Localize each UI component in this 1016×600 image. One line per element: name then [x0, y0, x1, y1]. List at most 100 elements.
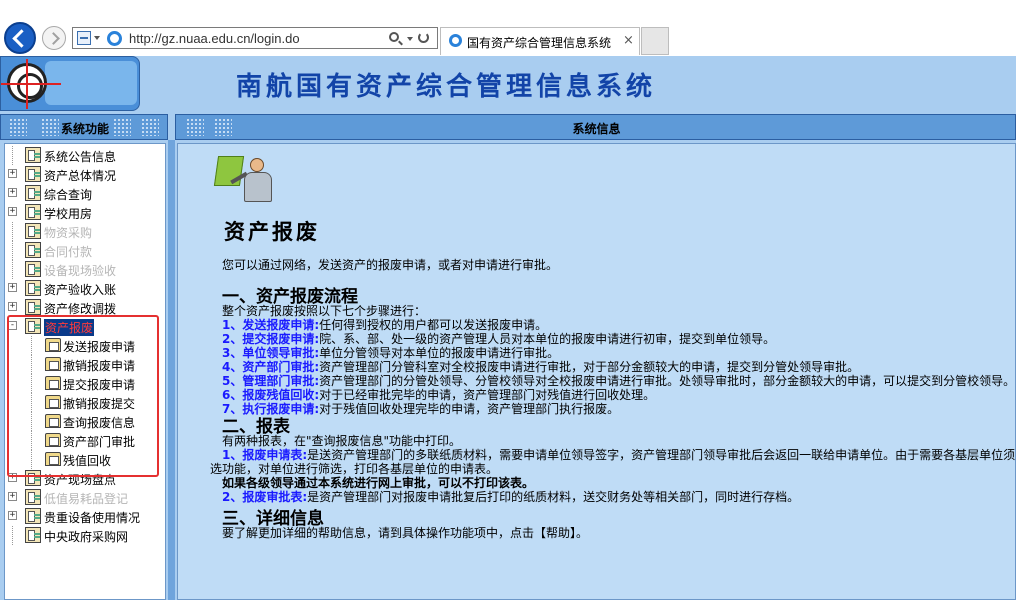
- browser-chrome: http://gz.nuaa.edu.cn/login.do 国有资产综合管理信…: [0, 0, 1016, 56]
- report-1-text: 是送资产管理部门的多联纸质材料，需要申请单位领导签字，资产管理部门领导审批后会返…: [307, 448, 1016, 462]
- section-2-lead: 有两种报表，在"查询报废信息"功能中打印。: [222, 434, 462, 448]
- tree-item[interactable]: 系统公告信息: [5, 146, 165, 165]
- step-line: 2、提交报废申请:院、系、部、处一级的资产管理人员对本单位的报废申请进行初审，提…: [222, 332, 775, 346]
- chevron-down-icon[interactable]: [94, 36, 100, 40]
- book-icon: [25, 489, 41, 505]
- left-panel-header: 系统功能: [0, 114, 168, 140]
- tree-child-item[interactable]: 发送报废申请: [5, 336, 165, 355]
- tree-child-label[interactable]: 资产部门审批: [63, 433, 135, 450]
- tree-line: [12, 241, 13, 260]
- forward-arrow-icon[interactable]: [42, 26, 66, 50]
- step-key: 5、管理部门审批:: [222, 374, 320, 388]
- back-arrow-icon[interactable]: [4, 22, 36, 54]
- tree-item-label[interactable]: 低值易耗品登记: [44, 490, 128, 507]
- tree-item-label[interactable]: 资产验收入账: [44, 281, 116, 298]
- tree-item[interactable]: + 资产现场盘点: [5, 469, 165, 488]
- expand-icon[interactable]: +: [8, 511, 17, 520]
- book-icon: [25, 204, 41, 220]
- tree-item[interactable]: + 学校用房: [5, 203, 165, 222]
- tree-item-label[interactable]: 合同付款: [44, 243, 92, 260]
- tree-item-label[interactable]: 资产总体情况: [44, 167, 116, 184]
- tree-item[interactable]: + 综合查询: [5, 184, 165, 203]
- expand-icon[interactable]: +: [8, 492, 17, 501]
- tree-item-label[interactable]: 学校用房: [44, 205, 92, 222]
- tree-child-item[interactable]: 资产部门审批: [5, 431, 165, 450]
- expand-icon[interactable]: +: [8, 188, 17, 197]
- report-1: 1、报废申请表:是送资产管理部门的多联纸质材料，需要申请单位领导签字，资产管理部…: [222, 448, 1015, 462]
- tree-child-label[interactable]: 发送报废申请: [63, 338, 135, 355]
- expand-icon[interactable]: +: [8, 473, 17, 482]
- right-panel-header: 系统信息: [175, 114, 1016, 140]
- tree-item[interactable]: + 资产总体情况: [5, 165, 165, 184]
- tree-line: [31, 393, 32, 412]
- refresh-icon[interactable]: [418, 32, 429, 43]
- book-icon: [25, 318, 41, 334]
- tree-item[interactable]: + 资产验收入账: [5, 279, 165, 298]
- tree-child-label[interactable]: 撤销报废申请: [63, 357, 135, 374]
- tree-item-label[interactable]: 物资采购: [44, 224, 92, 241]
- search-icon[interactable]: [389, 32, 399, 42]
- tree-item[interactable]: + 低值易耗品登记: [5, 488, 165, 507]
- book-icon: [25, 166, 41, 182]
- collapse-icon[interactable]: -: [8, 321, 17, 330]
- step-text: 单位分管领导对本单位的报废申请进行审批。: [319, 346, 560, 360]
- tree-item-label[interactable]: 设备现场验收: [44, 262, 116, 279]
- tree-child-label[interactable]: 查询报废信息: [63, 414, 135, 431]
- report-2-key: 2、报废审批表:: [222, 490, 308, 504]
- folder-icon: [45, 357, 61, 371]
- tree-child-label[interactable]: 撤销报废提交: [63, 395, 135, 412]
- tree-item-label[interactable]: 系统公告信息: [44, 148, 116, 165]
- expand-icon[interactable]: +: [8, 283, 17, 292]
- close-icon[interactable]: ×: [623, 33, 634, 48]
- tree-item-label[interactable]: 中央政府采购网: [44, 528, 128, 545]
- crosshair-v: [26, 59, 28, 109]
- tree-child-item[interactable]: 撤销报废申请: [5, 355, 165, 374]
- tree-item[interactable]: - 资产报废: [5, 317, 165, 336]
- tree-line: [31, 374, 32, 393]
- section-3-text: 要了解更加详细的帮助信息，请到具体操作功能项中，点击【帮助】。: [222, 526, 589, 540]
- new-tab-button[interactable]: [641, 27, 669, 55]
- expand-icon[interactable]: +: [8, 207, 17, 216]
- book-icon: [25, 261, 41, 277]
- book-icon: [25, 470, 41, 486]
- report-2: 2、报废审批表:是资产管理部门对报废申请批复后打印的纸质材料，送交财务处等相关部…: [222, 490, 799, 504]
- tree-item[interactable]: + 资产修改调拨: [5, 298, 165, 317]
- report-1-key: 1、报废申请表:: [222, 448, 308, 462]
- tree-item-label[interactable]: 贵重设备使用情况: [44, 509, 140, 526]
- step-text: 院、系、部、处一级的资产管理人员对本单位的报废申请进行初审，提交到单位领导。: [319, 332, 776, 346]
- folder-icon: [45, 338, 61, 352]
- tree-item[interactable]: + 贵重设备使用情况: [5, 507, 165, 526]
- tree-item[interactable]: 物资采购: [5, 222, 165, 241]
- url-text[interactable]: http://gz.nuaa.edu.cn/login.do: [129, 31, 300, 46]
- dropdown-arrow-icon[interactable]: [407, 37, 413, 41]
- compat-view-icon[interactable]: [77, 31, 91, 45]
- report-1-cont: 选功能，对单位进行筛选，打印各基层单位的申请表。: [210, 462, 499, 476]
- book-icon: [25, 223, 41, 239]
- expand-icon[interactable]: +: [8, 169, 17, 178]
- tree-item-label[interactable]: 资产报废: [44, 319, 95, 336]
- tree-child-item[interactable]: 撤销报废提交: [5, 393, 165, 412]
- tree-line: [31, 431, 32, 450]
- tree-child-item[interactable]: 提交报废申请: [5, 374, 165, 393]
- tree-item[interactable]: 合同付款: [5, 241, 165, 260]
- step-text: 对于残值回收处理完毕的申请，资产管理部门执行报废。: [319, 402, 620, 416]
- tree-child-label[interactable]: 提交报废申请: [63, 376, 135, 393]
- frame-divider[interactable]: [168, 140, 175, 600]
- tree-child-item[interactable]: 查询报废信息: [5, 412, 165, 431]
- report-note: 如果各级领导通过本系统进行网上审批，可以不打印该表。: [222, 476, 535, 490]
- function-tree-panel: 系统公告信息 + 资产总体情况 + 综合查询 + 学校用房物资采购合同付款设备现场验收 + 资产…: [4, 143, 166, 600]
- browser-tab[interactable]: 国有资产综合管理信息系统 ×: [440, 27, 640, 55]
- tree-line: [31, 355, 32, 374]
- step-key: 4、资产部门审批:: [222, 360, 320, 374]
- tree-item-label[interactable]: 资产修改调拨: [44, 300, 116, 317]
- tree-item[interactable]: 中央政府采购网: [5, 526, 165, 545]
- address-bar[interactable]: http://gz.nuaa.edu.cn/login.do: [72, 27, 438, 49]
- tree-child-label[interactable]: 残值回收: [63, 452, 111, 469]
- report-2-text: 是资产管理部门对报废申请批复后打印的纸质材料，送交财务处等相关部门，同时进行存档…: [307, 490, 800, 504]
- tree-item-label[interactable]: 资产现场盘点: [44, 471, 116, 488]
- step-text: 资产管理部门分管科室对全校报废申请进行审批，对于部分金额较大的申请，提交到分管处…: [319, 360, 860, 374]
- expand-icon[interactable]: +: [8, 302, 17, 311]
- tree-child-item[interactable]: 残值回收: [5, 450, 165, 469]
- tree-item[interactable]: 设备现场验收: [5, 260, 165, 279]
- tree-item-label[interactable]: 综合查询: [44, 186, 92, 203]
